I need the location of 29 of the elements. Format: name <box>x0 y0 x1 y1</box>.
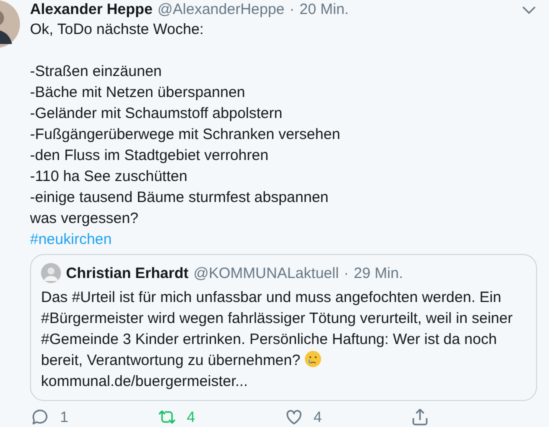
timestamp: 29 Min. <box>354 264 403 282</box>
article-link[interactable]: kommunal.de/buergermeister... <box>41 371 526 392</box>
tweet-text: -Fußgängerüberwege mit Schranken versehen <box>30 125 342 145</box>
separator: · <box>290 1 295 18</box>
reply-icon <box>30 407 50 427</box>
author-name[interactable]: Alexander Heppe <box>30 1 153 18</box>
tweet-text: -Geländer mit Schaumstoff abpolstern <box>30 104 284 124</box>
crying-emoji-icon <box>304 350 322 368</box>
tweet-text: -Bäche mit Netzen überspannen <box>30 83 246 103</box>
author-handle: @AlexanderHeppe <box>158 1 285 18</box>
quoted-tweet-card[interactable] <box>30 254 537 401</box>
tweet-text: -den Fluss im Stadtgebiet verrohren <box>30 146 270 166</box>
author-name: Christian Erhardt <box>66 264 189 282</box>
share-icon <box>410 407 430 427</box>
timestamp[interactable]: 20 Min. <box>300 1 349 18</box>
tweet-text: was vergessen? <box>30 209 140 229</box>
retweet-button[interactable]: 4 <box>156 407 284 427</box>
quoted-text: Das #Urteil ist für mich unfassbar und muss angefochten werden. Ein #Bürgermeister wird wegen fahrlässiger Tötung verurteilt, weil in seiner #Gemeinde 3 Kinder ertrinken. Persönliche Haftung: Wer ist da noch bereit, Verantwortung zu übernehmen? <box>41 288 514 371</box>
heart-icon <box>284 407 304 427</box>
like-button[interactable]: 4 <box>284 407 410 427</box>
hashtag-link[interactable]: #neukirchen <box>30 229 112 250</box>
separator: · <box>344 264 349 282</box>
reply-button[interactable]: 1 <box>30 407 157 427</box>
author-handle: @KOMMUNALaktuell <box>194 264 339 282</box>
tweet-text: -einige tausend Bäume sturmfest abspannen <box>30 188 330 208</box>
tweet-text: -Straßen einzäunen <box>30 62 163 82</box>
tweet-text: Ok, ToDo nächste Woche: <box>30 20 205 40</box>
tweet-text: -110 ha See zuschütten <box>30 167 188 187</box>
avatar <box>41 263 61 283</box>
